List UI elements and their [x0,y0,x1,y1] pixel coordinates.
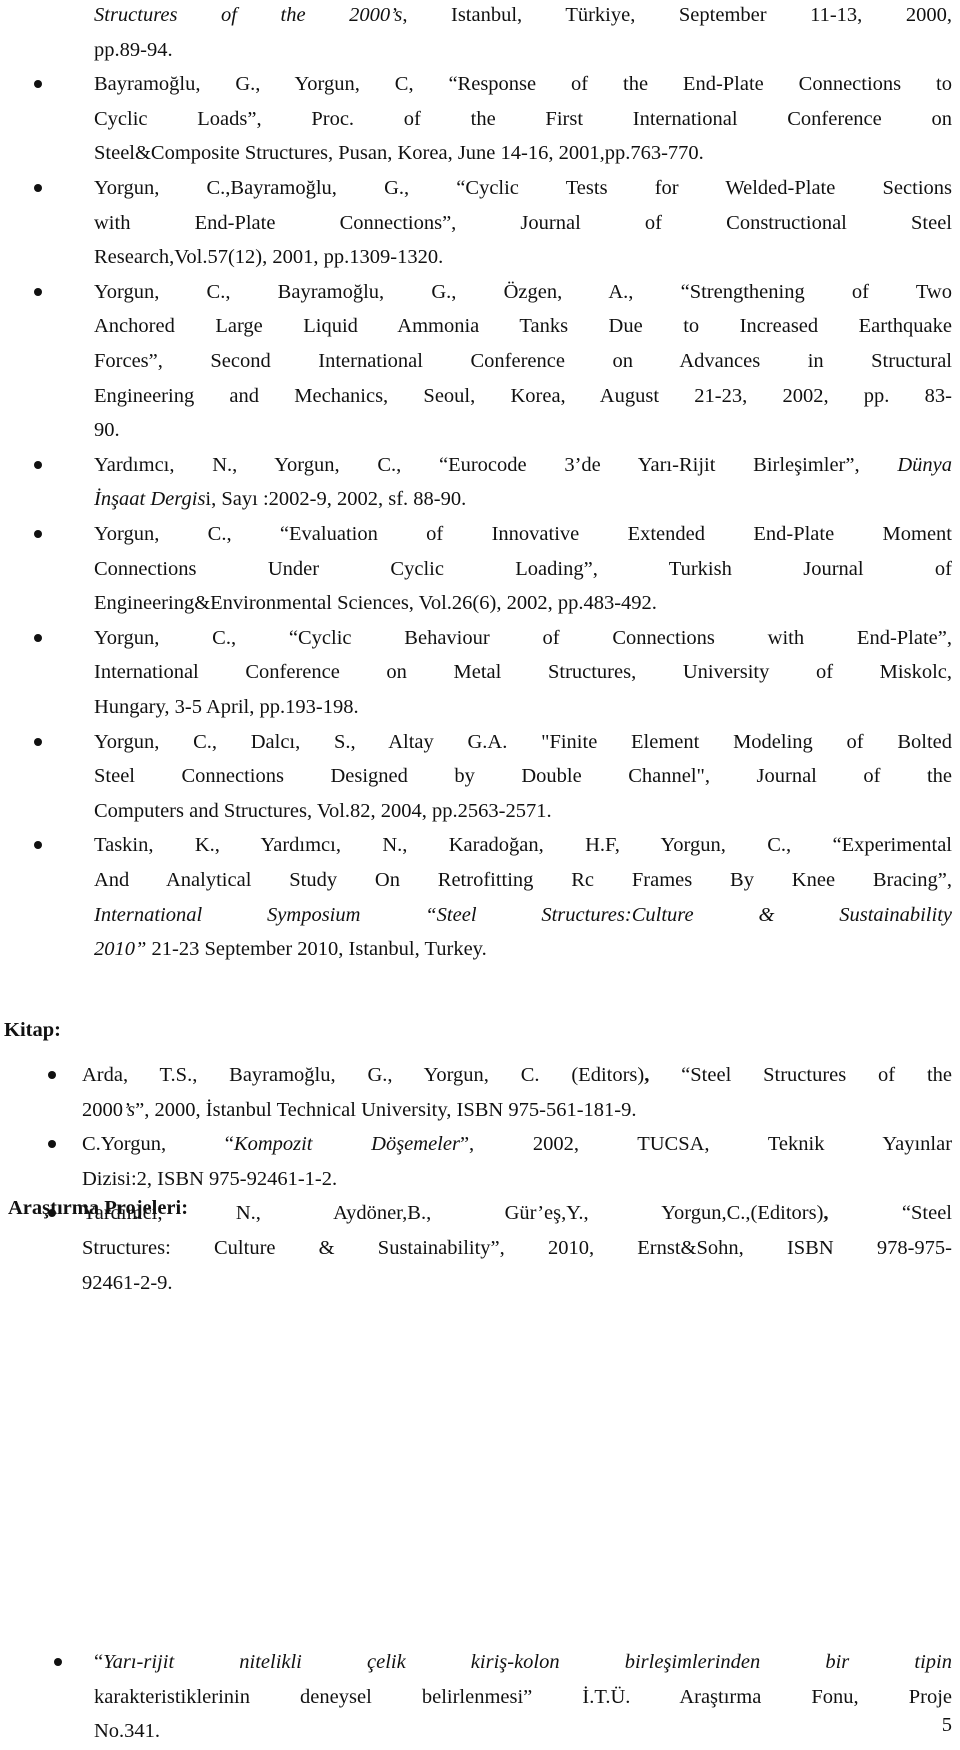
entry-line: Yardımcı, N., Aydöner,B., Gür’eş,Y., Yor… [82,1202,953,1225]
entry-line: Yorgun, C.,Bayramoğlu, G., “Cyclic Tests… [94,177,952,199]
bullet-icon [48,1071,56,1079]
entry-line: No.341. [94,1720,161,1743]
bullet-icon [34,737,42,746]
entry-line: 2010” 21-23 September 2010, Istanbul, Tu… [94,938,487,961]
entry-line: karakteristiklerinin deneysel belirlenme… [94,1685,952,1708]
entry-line: Engineering&Environmental Sciences, Vol.… [94,592,657,615]
entry-line: Structures of the 2000’s, Istanbul, Türk… [94,4,952,26]
entry-line: Cyclic Loads”, Proc. of the First Intern… [94,107,952,130]
entry-line: Hungary, 3-5 April, pp.193-198. [94,696,359,718]
bullet-icon [34,287,42,296]
bullet-icon [34,841,42,850]
entry-line: Yorgun, C., Dalcı, S., Altay G.A. "Finit… [94,730,952,753]
bullet-icon [34,460,42,469]
bullet-icon [34,633,42,642]
entry-line: Structures: Culture & Sustainability”, 2… [82,1237,952,1259]
entry-line: Research,Vol.57(12), 2001, pp.1309-1320. [94,246,444,269]
bullet-icon [34,184,42,192]
entry-line: 90. [94,419,120,442]
entry-line: Yorgun, C., “Cyclic Behaviour of Connect… [94,626,952,649]
entry-line: Steel&Composite Structures, Pusan, Korea… [94,142,704,165]
entry-line: Yorgun, C., Bayramoğlu, G., Özgen, A., “… [94,280,952,303]
entry-line: Bayramoğlu, G., Yorgun, C, “Response of … [94,73,952,96]
entry-line: Steel Connections Designed by Double Cha… [94,765,952,788]
page-number: 5 [941,1714,952,1736]
entry-line: Computers and Structures, Vol.82, 2004, … [94,799,552,822]
entry-line: 92461-2-9. [82,1271,173,1294]
entry-line: Forces”, Second International Conference… [94,350,952,372]
entry-line: Yorgun, C., “Evaluation of Innovative Ex… [94,523,952,545]
entry-line: pp.89-94. [94,38,173,61]
entry-line: with End-Plate Connections”, Journal of … [94,211,952,234]
bullet-icon [54,1658,62,1666]
entry-line: C.Yorgun, “Kompozit Döşemeler”, 2002, TU… [82,1133,953,1156]
entry-line: Connections Under Cyclic Loading”, Turki… [94,557,952,580]
entry-line: 2000’s”, 2000, İstanbul Technical Univer… [82,1098,637,1121]
entry-line: Yardımcı, N., Yorgun, C., “Eurocode 3’de… [94,453,952,476]
books-heading: Kitap: [4,1019,61,1041]
entry-line: International Conference on Metal Struct… [94,661,952,684]
bullet-icon [34,530,42,538]
entry-line: Anchored Large Liquid Ammonia Tanks Due … [94,315,952,338]
entry-line: “Yarı-rijit nitelikli çelik kiriş-kolon … [94,1651,952,1673]
entry-line: International Symposium “Steel Structure… [94,903,952,926]
entry-line: İnşaat Dergisi, Sayı :2002-9, 2002, sf. … [94,488,467,511]
projects-heading: Araştırma Projeleri: [8,1197,189,1219]
entry-line: Taskin, K., Yardımcı, N., Karadoğan, H.F… [94,834,952,857]
bullet-icon [34,80,42,89]
entry-line: Arda, T.S., Bayramoğlu, G., Yorgun, C. (… [82,1064,952,1086]
entry-line: And Analytical Study On Retrofitting Rc … [94,869,952,891]
entry-line: Engineering and Mechanics, Seoul, Korea,… [94,384,952,407]
bullet-icon [48,1140,56,1149]
